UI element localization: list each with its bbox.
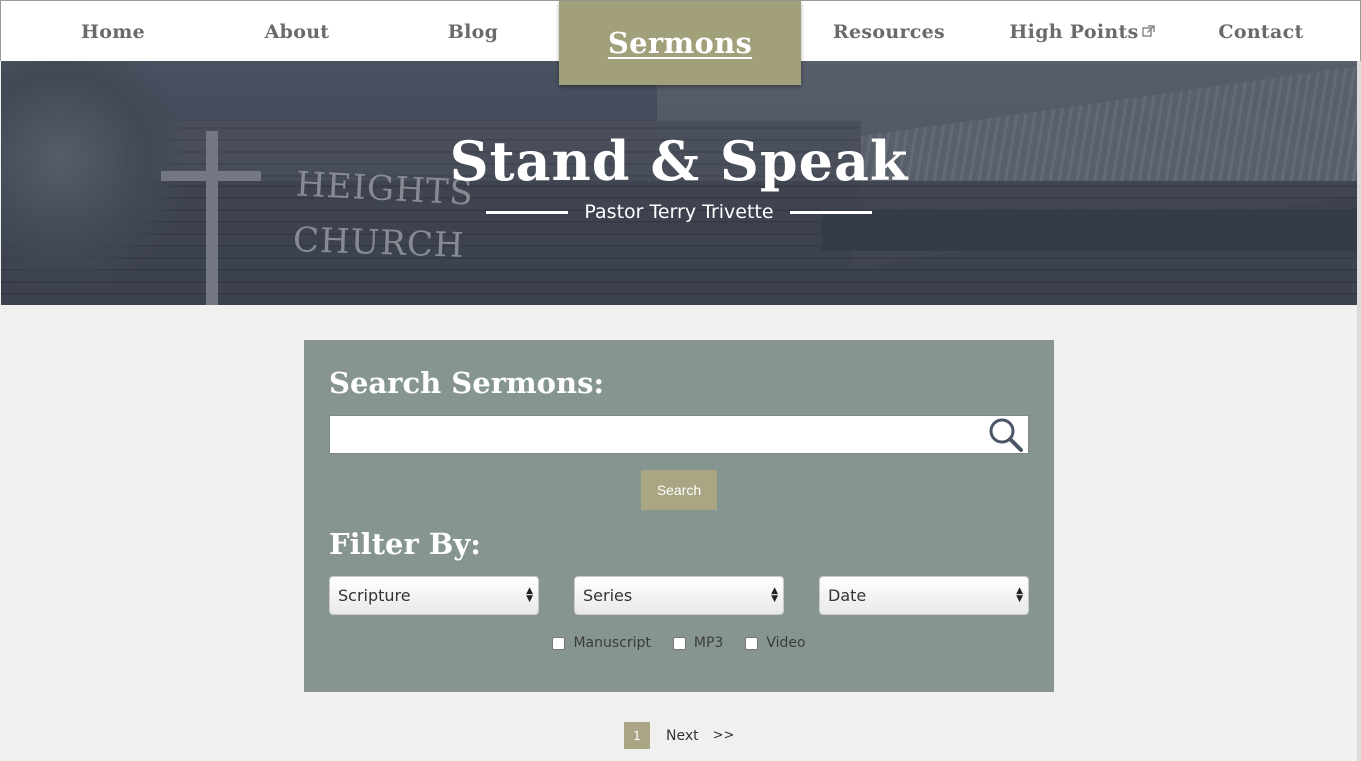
video-checkbox[interactable]: Video <box>745 635 806 651</box>
external-link-icon <box>1141 21 1155 43</box>
subtitle-rule-right <box>789 210 872 214</box>
hero-subtitle: Pastor Terry Trivette <box>584 201 774 223</box>
search-heading: Search Sermons: <box>329 366 605 400</box>
nav-high-points[interactable]: High Points <box>1001 1 1163 62</box>
nav-about[interactable]: About <box>233 1 361 62</box>
select-arrows-icon: ▲ ▼ <box>771 586 778 604</box>
sermon-search-panel: Search Sermons: Search Filter By: Script… <box>304 340 1054 692</box>
scripture-select-value: Scripture <box>338 586 411 605</box>
date-select[interactable]: Date ▲ ▼ <box>819 576 1029 615</box>
scripture-select[interactable]: Scripture ▲ ▼ <box>329 576 539 615</box>
page-title: Stand & Speak <box>449 129 909 193</box>
pagination: 1 Next >> <box>624 722 734 749</box>
last-page-link[interactable]: >> <box>713 728 735 743</box>
mp3-label: MP3 <box>693 635 724 651</box>
select-arrows-icon: ▲ ▼ <box>1016 586 1023 604</box>
nav-home[interactable]: Home <box>49 1 177 62</box>
main-nav: Home About Blog Sermons Resources High P… <box>0 0 1361 85</box>
series-select[interactable]: Series ▲ ▼ <box>574 576 784 615</box>
nav-high-points-label: High Points <box>1009 20 1139 43</box>
checkbox-box[interactable] <box>672 636 686 650</box>
page-edge <box>1357 61 1361 761</box>
video-label: Video <box>766 635 806 651</box>
subtitle-rule-left <box>486 210 569 214</box>
mp3-checkbox[interactable]: MP3 <box>672 635 724 651</box>
manuscript-label: Manuscript <box>573 635 651 651</box>
checkbox-box[interactable] <box>552 636 566 650</box>
nav-contact[interactable]: Contact <box>1197 1 1325 62</box>
hero-subtitle-row: Pastor Terry Trivette <box>1 201 1357 223</box>
nav-sermons[interactable]: Sermons <box>559 1 801 85</box>
format-checkboxes: Manuscript MP3 Video <box>304 635 1054 651</box>
date-select-value: Date <box>828 586 867 605</box>
series-select-value: Series <box>583 586 633 605</box>
nav-resources[interactable]: Resources <box>821 1 957 62</box>
manuscript-checkbox[interactable]: Manuscript <box>552 635 651 651</box>
checkbox-box[interactable] <box>745 636 759 650</box>
search-icon[interactable] <box>988 417 1024 457</box>
select-arrows-icon: ▲ ▼ <box>526 586 533 604</box>
nav-blog[interactable]: Blog <box>413 1 533 62</box>
search-input[interactable] <box>329 415 1029 454</box>
next-page-link[interactable]: Next <box>666 728 699 744</box>
filter-heading: Filter By: <box>329 527 481 561</box>
hero-banner: HEIGHTS CHURCH Stand & Speak Pastor Terr… <box>1 61 1357 305</box>
search-button[interactable]: Search <box>641 470 717 510</box>
current-page[interactable]: 1 <box>624 722 650 749</box>
